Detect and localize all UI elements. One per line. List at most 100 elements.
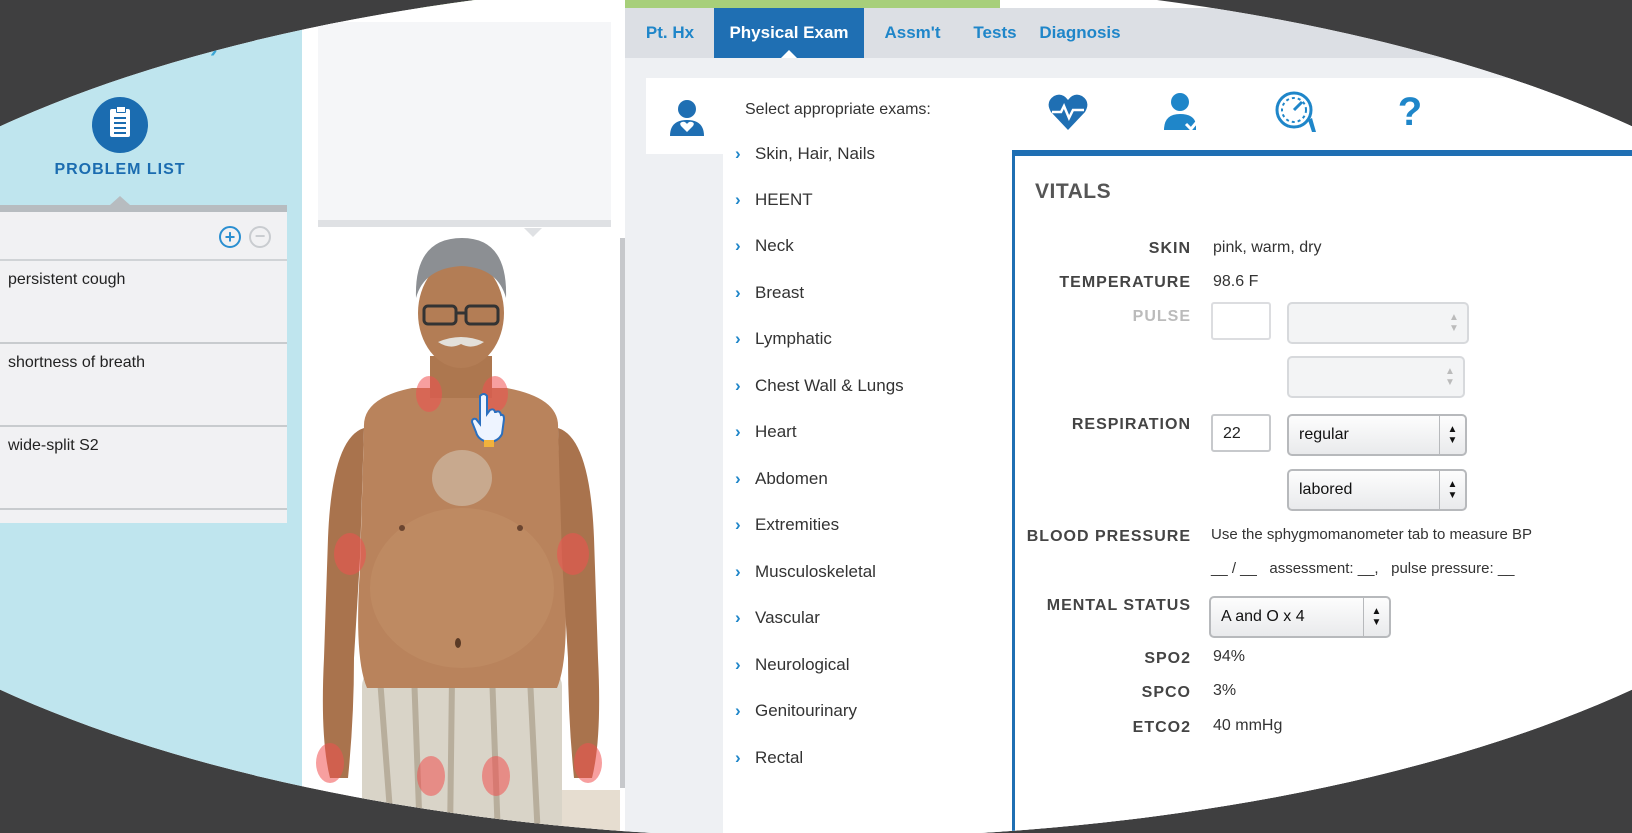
spco-label: SPCO: [1141, 684, 1191, 701]
chevron-right-icon[interactable]: ›: [210, 37, 217, 63]
bp-values: __ / __ assessment: __, pulse pressure: …: [1211, 560, 1515, 577]
blood-pressure-label: BLOOD PRESSURE: [1026, 528, 1191, 545]
respiration-effort-select[interactable]: labored ▲ ▼: [1287, 469, 1467, 511]
select-value: labored: [1299, 481, 1353, 498]
hand-cursor-icon: [470, 393, 506, 447]
general-survey-icon[interactable]: [1160, 90, 1204, 134]
exam-item-breast[interactable]: › Breast: [735, 283, 805, 303]
sphygmomanometer-icon[interactable]: [1274, 90, 1318, 134]
etco2-label: ETCO2: [1132, 719, 1191, 736]
exam-item-vascular[interactable]: › Vascular: [735, 608, 820, 628]
exam-item-heent[interactable]: › HEENT: [735, 190, 813, 210]
chevron-right-icon: ›: [735, 190, 741, 209]
select-arrows-icon: ▲ ▼: [1439, 471, 1465, 509]
main-tabs: Pt. Hx Physical Exam Assm't Tests Diagno…: [625, 8, 1632, 58]
arm-right-hotspot[interactable]: [334, 533, 366, 575]
patient-record-link[interactable]: PATIENT RECORD: [60, 28, 230, 66]
exam-item-label: HEENT: [755, 190, 813, 209]
patient-viewer: [302, 0, 625, 833]
pulse-rhythm-select[interactable]: ▲ ▼: [1287, 302, 1469, 344]
exam-item-neurological[interactable]: › Neurological: [735, 655, 850, 675]
back-arrow-icon[interactable]: [28, 48, 42, 50]
problem-item[interactable]: persistent cough: [0, 261, 287, 344]
chevron-right-icon: ›: [735, 376, 741, 395]
exam-item-label: Lymphatic: [755, 329, 832, 348]
chevron-right-icon: ›: [735, 608, 741, 627]
exam-item-genitourinary[interactable]: › Genitourinary: [735, 701, 858, 721]
select-value: regular: [1299, 426, 1349, 443]
tab-pt-hx[interactable]: Pt. Hx: [625, 8, 715, 58]
chevron-right-icon: ›: [735, 701, 741, 720]
problem-list-label[interactable]: PROBLEM LIST: [40, 161, 200, 179]
exam-item-musculoskeletal[interactable]: › Musculoskeletal: [735, 562, 876, 582]
tab-diagnosis[interactable]: Diagnosis: [1030, 8, 1130, 58]
bp-note: Use the sphygmomanometer tab to measure …: [1211, 526, 1532, 543]
help-icon[interactable]: ?: [1388, 90, 1432, 134]
spo2-value: 94%: [1213, 648, 1246, 665]
chevron-right-icon: ›: [735, 748, 741, 767]
pulse-quality-select[interactable]: ▲ ▼: [1287, 356, 1465, 398]
exam-item-label: Heart: [755, 422, 797, 441]
exam-item-label: Abdomen: [755, 469, 828, 488]
mental-status-label: MENTAL STATUS: [1046, 597, 1191, 614]
left-panel: PATIENT RECORD › PROBLEM LIST + − persis…: [0, 0, 302, 833]
select-arrows-icon: ▲ ▼: [1449, 312, 1459, 334]
mental-status-select[interactable]: A and O x 4 ▲ ▼: [1209, 596, 1391, 638]
exam-item-label: Neck: [755, 236, 794, 255]
wrist-right-hotspot[interactable]: [316, 743, 344, 783]
etco2-value: 40 mmHg: [1213, 717, 1283, 734]
exam-item-neck[interactable]: › Neck: [735, 236, 794, 256]
exam-item-extremities[interactable]: › Extremities: [735, 515, 839, 535]
problem-item[interactable]: wide-split S2: [0, 427, 287, 510]
temperature-label: TEMPERATURE: [1059, 274, 1191, 291]
chevron-right-icon: ›: [735, 283, 741, 302]
tab-physical-exam[interactable]: Physical Exam: [714, 8, 864, 58]
pulse-rate-input[interactable]: [1211, 302, 1271, 340]
clipboard-icon[interactable]: [92, 97, 148, 153]
wrist-left-hotspot[interactable]: [574, 743, 602, 783]
select-exams-label: Select appropriate exams:: [745, 101, 931, 118]
neck-right-hotspot[interactable]: [416, 376, 442, 412]
exam-item-label: Skin, Hair, Nails: [755, 144, 875, 163]
exam-systems-list: › Skin, Hair, Nails › HEENT › Neck › Breast …: [723, 144, 1013, 833]
exam-item-heart[interactable]: › Heart: [735, 422, 797, 442]
select-arrows-icon: ▲ ▼: [1439, 416, 1465, 454]
exam-item-lymphatic[interactable]: › Lymphatic: [735, 329, 832, 349]
vitals-title: VITALS: [1035, 180, 1112, 203]
arm-left-hotspot[interactable]: [557, 533, 589, 575]
select-arrows-icon: ▲ ▼: [1445, 366, 1455, 388]
app-viewport: PATIENT RECORD › PROBLEM LIST + − persis…: [0, 0, 1632, 833]
problem-item[interactable]: shortness of breath: [0, 344, 287, 427]
vitals-heart-icon[interactable]: [1046, 90, 1090, 134]
chevron-right-icon: ›: [735, 329, 741, 348]
thigh-right-hotspot[interactable]: [417, 756, 445, 796]
chevron-right-icon: ›: [735, 515, 741, 534]
respiration-rate-input[interactable]: 22: [1211, 414, 1271, 452]
exam-item-abdomen[interactable]: › Abdomen: [735, 469, 828, 489]
exam-item-label: Rectal: [755, 748, 804, 767]
respiration-rhythm-select[interactable]: regular ▲ ▼: [1287, 414, 1467, 456]
problem-list-toolbar: + −: [0, 212, 287, 261]
chevron-right-icon: ›: [735, 655, 741, 674]
respiration-label: RESPIRATION: [1071, 416, 1191, 433]
exam-item-rectal[interactable]: › Rectal: [735, 748, 804, 768]
thigh-left-hotspot[interactable]: [482, 756, 510, 796]
chevron-right-icon: ›: [735, 422, 741, 441]
select-arrows-icon: ▲ ▼: [1363, 598, 1389, 636]
spo2-label: SPO2: [1144, 650, 1191, 667]
temperature-value: 98.6 F: [1213, 273, 1259, 290]
exam-item-chest-wall-lungs[interactable]: › Chest Wall & Lungs: [735, 376, 904, 396]
add-problem-icon[interactable]: +: [219, 226, 241, 248]
exam-item-label: Breast: [755, 283, 805, 302]
problem-list: + − persistent cough shortness of breath…: [0, 196, 287, 523]
remove-problem-icon[interactable]: −: [249, 226, 271, 248]
problem-list-pointer: [110, 196, 130, 205]
viewer-pointer: [524, 228, 542, 237]
skin-value: pink, warm, dry: [1213, 239, 1322, 256]
exam-item-label: Genitourinary: [755, 701, 858, 720]
top-accent-strip: [300, 0, 1000, 8]
exam-item-skin[interactable]: › Skin, Hair, Nails: [735, 144, 875, 164]
tab-tests[interactable]: Tests: [960, 8, 1030, 58]
tab-assessment[interactable]: Assm't: [865, 8, 960, 58]
patient-figure[interactable]: [302, 238, 620, 833]
